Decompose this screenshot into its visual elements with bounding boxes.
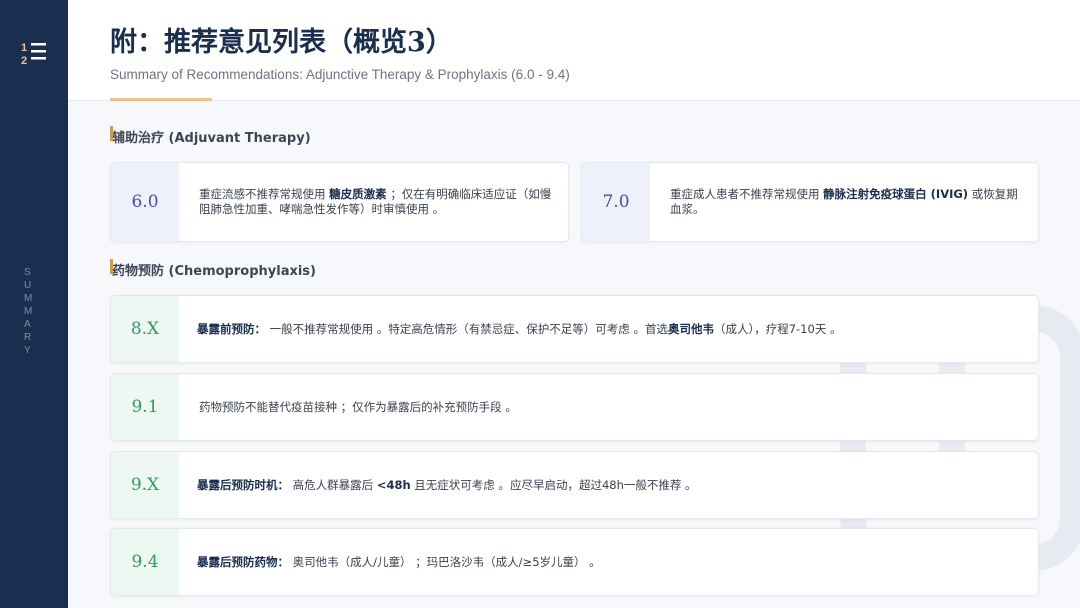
page-subtitle: Summary of Recommendations: Adjunctive T…: [110, 67, 570, 82]
numbered-list-icon: 1 2: [21, 42, 46, 66]
recommendation-text: 暴露后预防药物： 奥司他韦（成人/儿童） ；玛巴洛沙韦（成人/≥5岁儿童） 。: [197, 554, 601, 569]
svg-text:1: 1: [21, 42, 27, 54]
recommendation-number: 9.1: [111, 374, 179, 440]
recommendation-card-7-0: 7.0 重症成人患者不推荐常规使用 静脉注射免疫球蛋白 (IVIG) 或恢复期血…: [581, 162, 1039, 242]
recommendation-card-8-x: 8.X 暴露前预防： 一般不推荐常规使用 。特定高危情形（有禁忌症、保护不足等）…: [110, 295, 1039, 363]
recommendation-text: 重症流感不推荐常规使用 糖皮质激素 ；仅在有明确临床适应证（如慢阻肺急性加重、哮…: [199, 187, 552, 216]
recommendation-number: 7.0: [582, 163, 650, 241]
section-marker: [110, 126, 113, 141]
title-accent-line: [110, 98, 212, 101]
recommendation-text: 暴露前预防： 一般不推荐常规使用 。特定高危情形（有禁忌症、保护不足等）可考虑 …: [197, 321, 842, 336]
sidebar: 1 2 S U M M A R Y: [0, 0, 68, 608]
section-marker: [110, 259, 113, 274]
section-title-prophylaxis: 药物预防 (Chemoprophylaxis): [110, 259, 316, 279]
recommendation-card-9-4: 9.4 暴露后预防药物： 奥司他韦（成人/儿童） ；玛巴洛沙韦（成人/≥5岁儿童…: [110, 528, 1039, 596]
recommendation-text: 暴露后预防时机： 高危人群暴露后 <48h 且无症状可考虑 。应尽早启动，超过4…: [197, 477, 697, 492]
svg-text:2: 2: [21, 55, 27, 66]
recommendation-card-9-1: 9.1 药物预防不能替代疫苗接种 ；仅作为暴露后的补充预防手段 。: [110, 373, 1039, 441]
recommendation-number: 9.X: [111, 452, 179, 518]
section-title-adjuvant: 辅助治疗 (Adjuvant Therapy): [110, 126, 311, 146]
recommendation-card-9-x: 9.X 暴露后预防时机： 高危人群暴露后 <48h 且无症状可考虑 。应尽早启动…: [110, 451, 1039, 519]
recommendation-text: 药物预防不能替代疫苗接种 ；仅作为暴露后的补充预防手段 。: [199, 399, 517, 414]
recommendation-number: 9.4: [111, 529, 179, 595]
recommendation-card-6-0: 6.0 重症流感不推荐常规使用 糖皮质激素 ；仅在有明确临床适应证（如慢阻肺急性…: [110, 162, 569, 242]
page-title: 附：推荐意见列表（概览3）: [110, 27, 453, 58]
summary-vertical-label: S U M M A R Y: [24, 267, 35, 356]
recommendation-text: 重症成人患者不推荐常规使用 静脉注射免疫球蛋白 (IVIG) 或恢复期血浆。: [670, 187, 1018, 216]
recommendation-number: 6.0: [111, 163, 179, 241]
recommendation-number: 8.X: [111, 296, 179, 362]
page-header: 附：推荐意见列表（概览3） Summary of Recommendations…: [68, 0, 1080, 101]
